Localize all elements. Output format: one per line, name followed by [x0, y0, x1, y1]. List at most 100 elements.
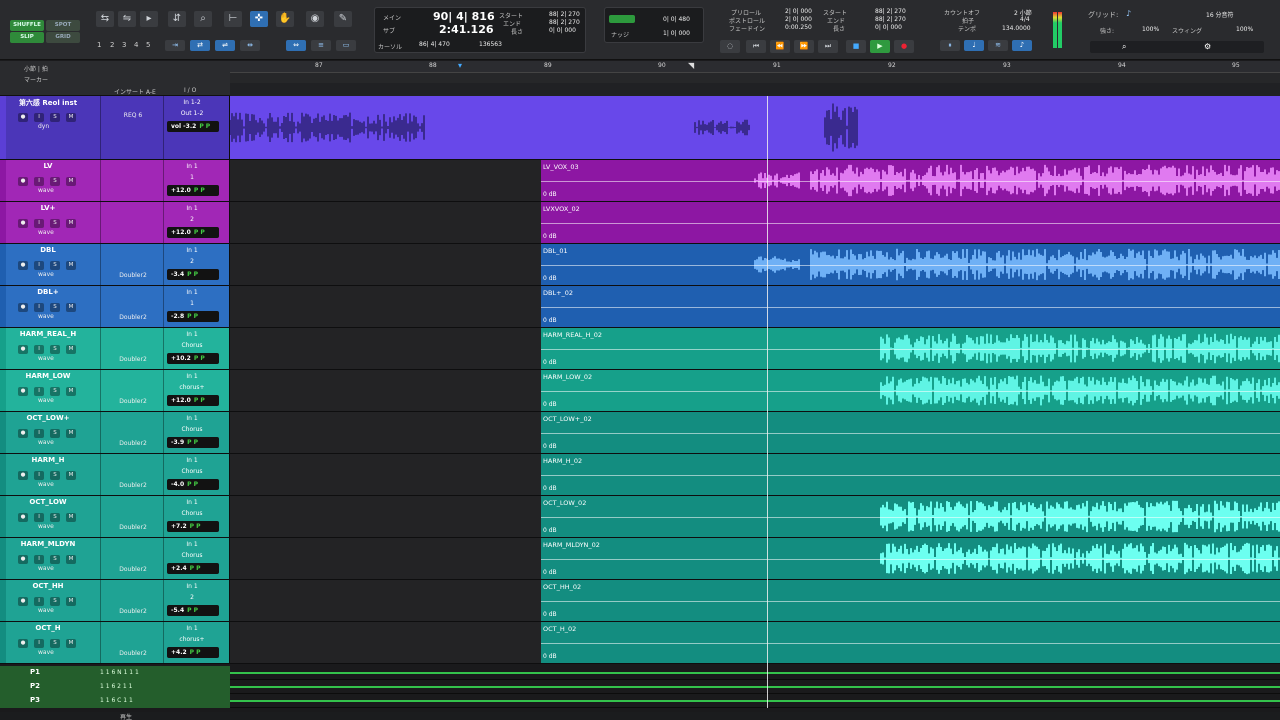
insert-slot-b[interactable]: Doubler2 — [107, 440, 159, 449]
aux-track-name[interactable]: P1 — [30, 668, 40, 676]
track-view-selector[interactable]: wave — [14, 187, 74, 196]
track-name[interactable]: OCT_LOW+ — [8, 414, 88, 424]
rewind-icon[interactable]: ⏪ — [770, 40, 790, 53]
vertical-zoom-icon[interactable]: ⇵ — [168, 11, 186, 27]
volume-display[interactable]: -3.9 P P — [167, 437, 219, 448]
zoomer-tool-icon[interactable]: ⌕ — [194, 11, 212, 27]
record-arm-icon[interactable]: ● — [18, 471, 28, 480]
track-view-selector[interactable]: wave — [14, 565, 74, 574]
zoom-toggle-icon[interactable]: ▸ — [140, 11, 158, 27]
mute-button[interactable]: M — [66, 113, 76, 122]
insert-slot-b[interactable]: Doubler2 — [107, 398, 159, 407]
wait-for-note-icon[interactable]: ⏸ — [940, 40, 960, 51]
track-playlist-lane[interactable]: HARM_LOW_02 0 dB — [230, 370, 1280, 411]
aux-track-name[interactable]: P3 — [30, 696, 40, 704]
record-arm-icon[interactable]: ● — [18, 513, 28, 522]
selection-end-marker-icon[interactable]: ◥ — [688, 62, 695, 71]
track-name[interactable]: LV+ — [8, 204, 88, 214]
solo-button[interactable]: S — [50, 177, 60, 186]
insert-slot-a[interactable] — [107, 260, 159, 269]
volume-display[interactable]: +12.0 P P — [167, 227, 219, 238]
solo-button[interactable]: S — [50, 471, 60, 480]
output-selector[interactable]: Chorus — [169, 468, 215, 477]
mute-button[interactable]: M — [66, 345, 76, 354]
smart-tool-icon[interactable]: ✜ — [250, 11, 268, 27]
insert-slot-a[interactable] — [107, 512, 159, 521]
postroll-value[interactable]: 2| 0| 000 — [785, 16, 812, 23]
solo-button[interactable]: S — [50, 219, 60, 228]
online-icon[interactable]: ◌ — [720, 40, 740, 53]
output-selector[interactable]: Out 1-2 — [169, 110, 215, 119]
track-header[interactable]: OCT_LOW ● I S M wave Doubler2 In 1 Chorus +… — [0, 496, 230, 537]
playhead-cursor[interactable] — [767, 96, 768, 708]
rec-start-value[interactable]: 88| 2| 270 — [875, 8, 906, 15]
track-playlist-lane[interactable]: OCT_H_02 0 dB — [230, 622, 1280, 663]
aux-track-lane[interactable] — [230, 700, 1280, 702]
insert-slot-a[interactable] — [107, 428, 159, 437]
mute-button[interactable]: M — [66, 429, 76, 438]
grid-value[interactable]: 0| 0| 480 — [663, 16, 690, 23]
solo-button[interactable]: S — [50, 639, 60, 648]
sel-start-value[interactable]: 88| 2| 270 — [549, 11, 580, 18]
volume-display[interactable]: -5.4 P P — [167, 605, 219, 616]
track-name[interactable]: DBL — [8, 246, 88, 256]
input-selector[interactable]: In 1 — [169, 457, 215, 466]
rec-length-value[interactable]: 0| 0| 000 — [875, 24, 902, 31]
audio-clip[interactable]: DBL+_02 0 dB — [541, 286, 1280, 327]
input-monitor-button[interactable]: I — [34, 113, 44, 122]
track-name[interactable]: 第六感 Reol inst — [8, 98, 88, 108]
input-monitor-button[interactable]: I — [34, 555, 44, 564]
track-playlist-lane[interactable] — [230, 96, 1280, 159]
insert-slot-a[interactable] — [107, 554, 159, 563]
record-arm-icon[interactable]: ● — [18, 429, 28, 438]
input-selector[interactable]: In 1 — [169, 583, 215, 592]
mute-button[interactable]: M — [66, 471, 76, 480]
insert-slot-a[interactable] — [107, 218, 159, 227]
aux-track-lane[interactable] — [230, 672, 1280, 674]
input-selector[interactable]: In 1 — [169, 205, 215, 214]
volume-display[interactable]: +10.2 P P — [167, 353, 219, 364]
slip-mode-button[interactable]: SLIP — [10, 32, 44, 43]
insert-slot-a[interactable]: REQ 6 — [107, 112, 159, 121]
track-view-selector[interactable]: wave — [14, 397, 74, 406]
record-arm-icon[interactable]: ● — [18, 345, 28, 354]
track-header[interactable]: HARM_H ● I S M wave Doubler2 In 1 Chorus -4… — [0, 454, 230, 495]
mirror-midi-icon[interactable]: ⇔ — [286, 40, 306, 51]
volume-display[interactable]: -2.8 P P — [167, 311, 219, 322]
grid-mode-button[interactable]: GRID — [46, 32, 80, 43]
track-name[interactable]: HARM_REAL_H — [8, 330, 88, 340]
record-icon[interactable]: ● — [894, 40, 914, 53]
mute-button[interactable]: M — [66, 303, 76, 312]
input-selector[interactable]: In 1 — [169, 415, 215, 424]
output-selector[interactable]: Chorus — [169, 552, 215, 561]
record-arm-icon[interactable]: ● — [18, 219, 28, 228]
input-monitor-button[interactable]: I — [34, 177, 44, 186]
insert-slot-b[interactable] — [107, 188, 159, 197]
audio-clip[interactable]: LV_VOX_03 0 dB — [541, 160, 1280, 201]
input-selector[interactable]: In 1 — [169, 625, 215, 634]
track-playlist-lane[interactable]: OCT_LOW_02 0 dB — [230, 496, 1280, 537]
track-header[interactable]: LV ● I S M wave In 1 1 +12.0 P P — [0, 160, 230, 201]
record-arm-icon[interactable]: ● — [18, 113, 28, 122]
scrubber-tool-icon[interactable]: ◉ — [306, 11, 324, 27]
input-selector[interactable]: In 1-2 — [169, 99, 215, 108]
mute-button[interactable]: M — [66, 387, 76, 396]
track-header[interactable]: HARM_LOW ● I S M wave Doubler2 In 1 chorus+… — [0, 370, 230, 411]
fast-forward-icon[interactable]: ⏩ — [794, 40, 814, 53]
fadein-value[interactable]: 0:00.250 — [785, 24, 812, 31]
insert-slot-a[interactable] — [107, 470, 159, 479]
zoom-in-horizontal-icon[interactable]: ⇋ — [118, 11, 136, 27]
metronome-icon[interactable]: ♩ — [964, 40, 984, 51]
zoom-preset-5[interactable]: 5 — [146, 41, 150, 49]
grid-value-select[interactable]: 16 分音符 — [1206, 10, 1234, 19]
insert-slot-b[interactable] — [107, 230, 159, 239]
track-name[interactable]: HARM_H — [8, 456, 88, 466]
pencil-tool-icon[interactable]: ✎ — [334, 11, 352, 27]
track-header[interactable]: DBL+ ● I S M wave Doubler2 In 1 1 -2.8 P P — [0, 286, 230, 327]
volume-display[interactable]: +12.0 P P — [167, 395, 219, 406]
tempo-map-icon[interactable]: ♪ — [1012, 40, 1032, 51]
solo-button[interactable]: S — [50, 513, 60, 522]
track-playlist-lane[interactable]: DBL_01 0 dB — [230, 244, 1280, 285]
link-track-icon[interactable]: ⇌ — [215, 40, 235, 51]
audio-clip[interactable]: HARM_REAL_H_02 0 dB — [541, 328, 1280, 369]
